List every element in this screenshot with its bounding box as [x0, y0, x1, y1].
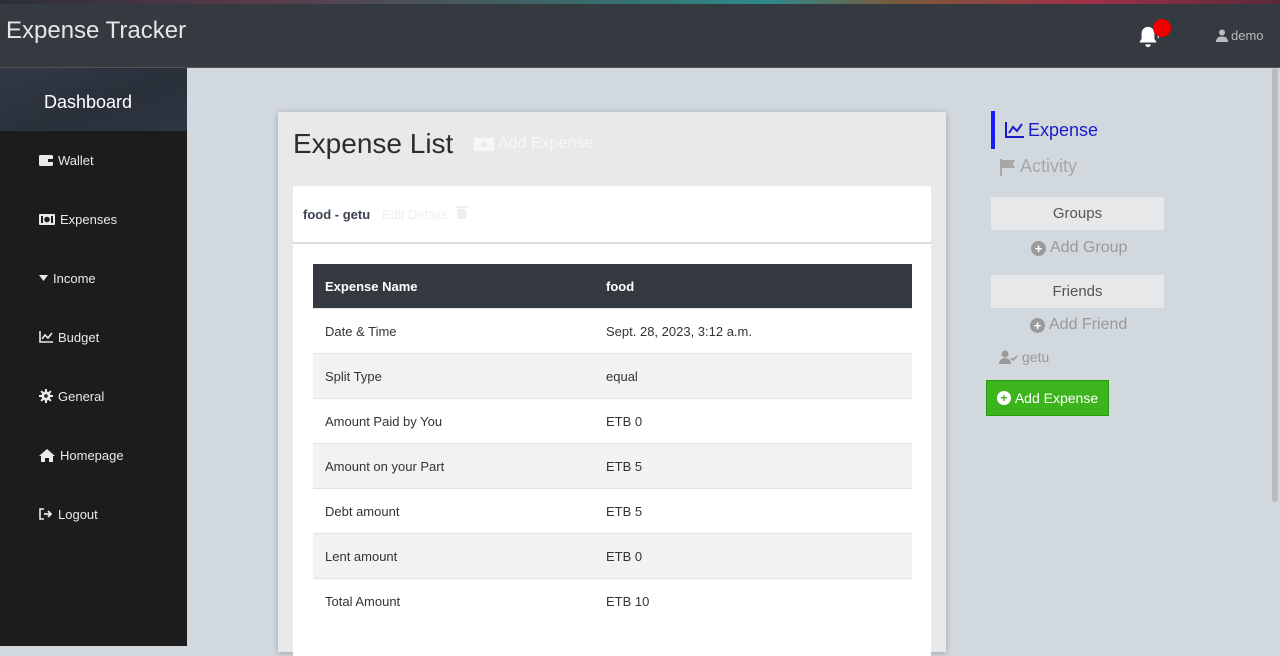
table-row: Date & Time Sept. 28, 2023, 3:12 a.m. — [313, 308, 912, 354]
user-icon — [1216, 29, 1228, 42]
flag-icon — [1000, 158, 1015, 176]
notification-badge — [1153, 19, 1171, 37]
logout-icon — [39, 508, 53, 520]
table-row: Amount Paid by You ETB 0 — [313, 398, 912, 444]
right-nav-activity-label: Activity — [1020, 156, 1078, 176]
right-nav-activity[interactable]: Activity — [999, 156, 1077, 177]
plus-circle-icon: + — [1031, 240, 1046, 256]
user-check-icon — [999, 350, 1018, 364]
plus-circle-icon: + — [1030, 317, 1045, 333]
plus-circle-icon: + — [996, 391, 1011, 405]
sidebar-item-income[interactable]: Income — [39, 268, 96, 288]
sidebar-item-label: General — [58, 388, 105, 404]
add-friend-link[interactable]: + Add Friend — [1030, 316, 1127, 334]
home-icon — [39, 448, 55, 462]
table-row: Split Type equal — [313, 353, 912, 399]
trash-icon[interactable] — [456, 205, 468, 219]
sidebar-item-label: Wallet — [58, 152, 94, 168]
add-expense-label: Add Expense — [498, 135, 594, 152]
table-row: Lent amount ETB 0 — [313, 533, 912, 579]
sidebar-item-general[interactable]: General — [39, 386, 104, 406]
table-row: Debt amount ETB 5 — [313, 488, 912, 534]
add-group-label: Add Group — [1050, 239, 1128, 256]
row-label: Lent amount — [313, 533, 594, 579]
row-label: Total Amount — [313, 578, 594, 623]
row-value: ETB 0 — [594, 533, 912, 579]
expense-list-card: Expense List Add Expense food - getu Edi… — [278, 112, 946, 656]
sidebar-title[interactable]: Dashboard — [0, 92, 176, 113]
chart-line-icon — [39, 331, 53, 343]
groups-header: Groups — [991, 197, 1164, 230]
table-row: Total Amount ETB 10 — [313, 578, 912, 623]
friends-header: Friends — [991, 275, 1164, 308]
gear-icon — [39, 389, 53, 403]
column-header-value: food — [594, 264, 912, 309]
sidebar-item-label: Expenses — [60, 211, 118, 227]
add-group-link[interactable]: + Add Group — [1031, 239, 1127, 257]
row-value: Sept. 28, 2023, 3:12 a.m. — [594, 308, 912, 354]
row-value: ETB 10 — [594, 578, 912, 623]
row-label: Amount Paid by You — [313, 398, 594, 444]
sidebar-item-label: Budget — [58, 329, 100, 345]
row-label: Amount on your Part — [313, 443, 594, 489]
detail-header: food - getu Edit Details — [293, 186, 931, 244]
wallet-icon — [39, 155, 53, 166]
add-expense-button[interactable]: + Add Expense — [986, 380, 1109, 416]
sidebar: Dashboard Wallet Expenses Income Budget — [0, 68, 187, 646]
add-friend-label: Add Friend — [1049, 316, 1128, 333]
sidebar-item-logout[interactable]: Logout — [39, 504, 98, 524]
money-bill-icon — [39, 213, 55, 225]
edit-details-link[interactable]: Edit Details — [382, 207, 448, 222]
top-navbar: Expense Tracker demo — [0, 4, 1280, 68]
sidebar-item-wallet[interactable]: Wallet — [39, 150, 94, 170]
table-header-row: Expense Name food — [313, 264, 912, 309]
sidebar-item-label: Logout — [58, 506, 98, 522]
add-expense-link[interactable]: Add Expense — [474, 135, 593, 153]
username: demo — [1231, 28, 1264, 43]
row-label: Split Type — [313, 353, 594, 399]
table-row: Amount on your Part ETB 5 — [313, 443, 912, 489]
row-value: ETB 5 — [594, 443, 912, 489]
expense-detail-table: Expense Name food Date & Time Sept. 28, … — [313, 264, 912, 623]
friend-name: getu — [1022, 349, 1050, 365]
expense-title: food - getu — [303, 207, 371, 222]
scrollbar[interactable] — [1272, 68, 1278, 502]
sidebar-item-expenses[interactable]: Expenses — [39, 209, 117, 229]
page-title: Expense List — [293, 128, 454, 159]
sidebar-item-budget[interactable]: Budget — [39, 327, 99, 347]
sidebar-item-label: Income — [53, 270, 96, 286]
row-value: ETB 0 — [594, 398, 912, 444]
sidebar-item-homepage[interactable]: Homepage — [39, 445, 124, 465]
row-value: ETB 5 — [594, 488, 912, 534]
row-label: Debt amount — [313, 488, 594, 534]
caret-down-icon — [39, 275, 48, 281]
app-title[interactable]: Expense Tracker — [6, 17, 186, 45]
row-label: Date & Time — [313, 308, 594, 354]
money-bill-icon — [474, 137, 494, 151]
right-nav-expense-label: Expense — [1028, 119, 1099, 140]
right-nav-expense[interactable]: Expense — [991, 111, 1098, 149]
chart-line-icon — [1005, 122, 1024, 138]
row-value: equal — [594, 353, 912, 399]
user-menu[interactable]: demo — [1216, 28, 1264, 43]
sidebar-header: Dashboard — [0, 68, 187, 131]
add-expense-button-label: Add Expense — [1014, 390, 1099, 406]
sidebar-item-label: Homepage — [60, 447, 124, 463]
column-header-expense-name: Expense Name — [313, 264, 594, 309]
friend-item[interactable]: getu — [999, 349, 1049, 365]
expense-detail-panel: food - getu Edit Details Expense Name fo… — [293, 186, 931, 656]
